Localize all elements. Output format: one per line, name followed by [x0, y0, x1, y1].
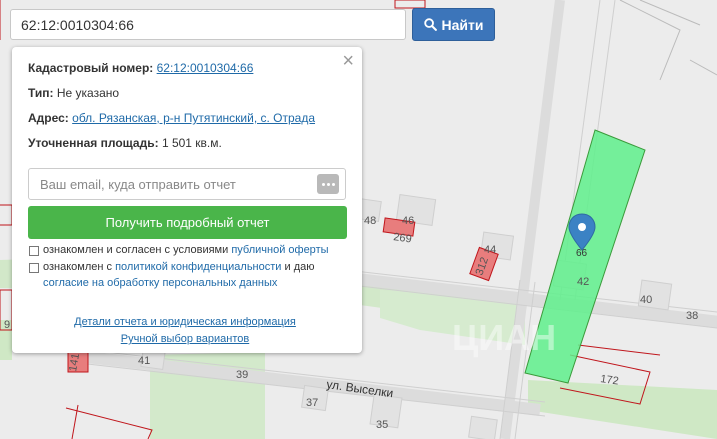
- search-button-label: Найти: [441, 16, 484, 33]
- offer-consent-text: ознакомлен и согласен с условиями публич…: [43, 244, 329, 256]
- house-number: 41: [138, 355, 150, 367]
- area-label: Уточненная площадь:: [28, 136, 159, 150]
- cadastral-row: Кадастровый номер: 62:12:0010304:66: [28, 61, 253, 75]
- house-number: 38: [686, 310, 698, 322]
- house-number: 48: [364, 215, 376, 227]
- more-options-icon[interactable]: [317, 174, 339, 194]
- report-details-link[interactable]: Детали отчета и юридическая информация: [74, 316, 296, 328]
- house-number: 35: [376, 419, 388, 431]
- public-offer-link[interactable]: публичной оферты: [231, 244, 328, 256]
- area-row: Уточненная площадь: 1 501 кв.м.: [28, 136, 222, 150]
- get-report-button-label: Получить подробный отчет: [105, 215, 270, 230]
- get-report-button[interactable]: Получить подробный отчет: [28, 206, 347, 239]
- parcel-number: 269: [393, 231, 413, 245]
- address-label: Адрес:: [28, 111, 69, 125]
- search-icon: [423, 18, 437, 31]
- consent-text: ознакомлен с: [43, 261, 113, 273]
- cadastral-label: Кадастровый номер:: [28, 61, 154, 75]
- privacy-consent-text: ознакомлен с политикой конфиденциальност…: [43, 261, 315, 273]
- personal-data-consent-link[interactable]: согласие на обработку персональных данны…: [43, 277, 277, 289]
- house-number: 9: [4, 319, 10, 331]
- close-icon[interactable]: ×: [342, 51, 354, 71]
- manual-selection-link[interactable]: Ручной выбор вариантов: [121, 333, 249, 345]
- address-row: Адрес: обл. Рязанская, р-н Путятинский, …: [28, 111, 315, 125]
- type-row: Тип: Не указано: [28, 86, 119, 100]
- house-number: 46: [402, 215, 414, 227]
- parcel-info-popup: × Кадастровый номер: 62:12:0010304:66 Ти…: [12, 47, 362, 353]
- email-field-box: [28, 168, 346, 200]
- consent-text: ознакомлен и согласен с условиями: [43, 244, 229, 256]
- house-number: 37: [306, 397, 318, 409]
- address-link[interactable]: обл. Рязанская, р-н Путятинский, с. Отра…: [72, 111, 315, 125]
- house-number: 39: [236, 369, 248, 381]
- watermark-logo: ЦИАН: [452, 317, 556, 358]
- email-field[interactable]: [30, 170, 320, 198]
- consent-text: и даю: [284, 261, 315, 273]
- privacy-consent-checkbox[interactable]: [29, 263, 39, 273]
- house-number: 42: [577, 276, 589, 288]
- area-value: 1 501 кв.м.: [161, 136, 222, 150]
- search-button[interactable]: Найти: [412, 8, 495, 41]
- marker-label: 66: [576, 248, 588, 259]
- house-number: 44: [484, 244, 496, 256]
- offer-consent-checkbox[interactable]: [29, 246, 39, 256]
- search-input[interactable]: [10, 9, 406, 40]
- type-value: Не указано: [56, 86, 120, 100]
- type-label: Тип:: [28, 86, 54, 100]
- cadastral-number-link[interactable]: 62:12:0010304:66: [157, 61, 254, 75]
- house-number: 40: [640, 294, 652, 306]
- parcel-number: 172: [600, 373, 620, 387]
- privacy-policy-link[interactable]: политикой конфиденциальности: [115, 261, 281, 273]
